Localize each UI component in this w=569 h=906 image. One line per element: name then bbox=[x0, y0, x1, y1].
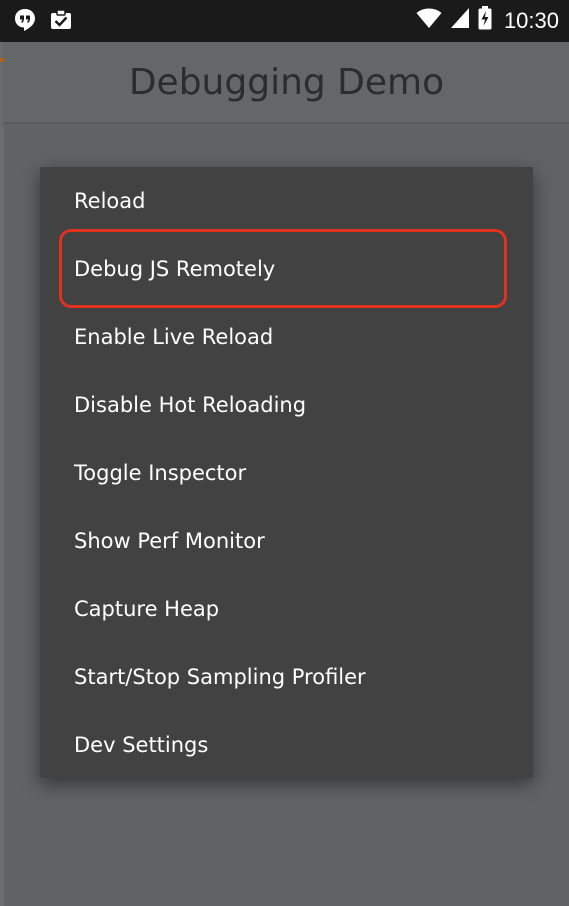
status-right-icons: 10:30 bbox=[416, 6, 559, 36]
menu-item-show-perf-monitor[interactable]: Show Perf Monitor bbox=[40, 507, 533, 575]
phone-screen: 10:30 Debugging Demo Reload Debug JS Rem… bbox=[0, 0, 569, 906]
menu-item-label: Toggle Inspector bbox=[74, 461, 247, 485]
menu-item-enable-live-reload[interactable]: Enable Live Reload bbox=[40, 303, 533, 371]
menu-item-label: Start/Stop Sampling Profiler bbox=[74, 665, 366, 689]
menu-item-label: Enable Live Reload bbox=[74, 325, 274, 349]
app-bar: Debugging Demo bbox=[4, 42, 569, 124]
menu-item-label: Dev Settings bbox=[74, 733, 209, 757]
wifi-icon bbox=[416, 7, 442, 35]
menu-item-label: Disable Hot Reloading bbox=[74, 393, 307, 417]
menu-item-debug-js-remotely[interactable]: Debug JS Remotely bbox=[40, 235, 533, 303]
battery-charging-icon bbox=[478, 6, 492, 36]
menu-item-label: Show Perf Monitor bbox=[74, 529, 265, 553]
menu-item-label: Debug JS Remotely bbox=[74, 257, 276, 281]
menu-item-toggle-inspector[interactable]: Toggle Inspector bbox=[40, 439, 533, 507]
menu-item-reload[interactable]: Reload bbox=[40, 167, 533, 235]
dev-menu-dialog: Reload Debug JS Remotely Enable Live Rel… bbox=[40, 167, 533, 778]
menu-item-label: Reload bbox=[74, 189, 146, 213]
hangouts-icon bbox=[14, 8, 36, 37]
page-title: Debugging Demo bbox=[128, 62, 445, 103]
cellular-signal-icon bbox=[450, 7, 470, 35]
status-left-icons bbox=[14, 8, 72, 37]
menu-item-capture-heap[interactable]: Capture Heap bbox=[40, 575, 533, 643]
menu-item-label: Capture Heap bbox=[74, 597, 220, 621]
menu-item-sampling-profiler[interactable]: Start/Stop Sampling Profiler bbox=[40, 643, 533, 711]
menu-item-disable-hot-reloading[interactable]: Disable Hot Reloading bbox=[40, 371, 533, 439]
clipboard-check-icon bbox=[50, 9, 72, 36]
status-time: 10:30 bbox=[503, 8, 559, 33]
status-bar: 10:30 bbox=[0, 0, 569, 42]
menu-item-dev-settings[interactable]: Dev Settings bbox=[40, 711, 533, 779]
